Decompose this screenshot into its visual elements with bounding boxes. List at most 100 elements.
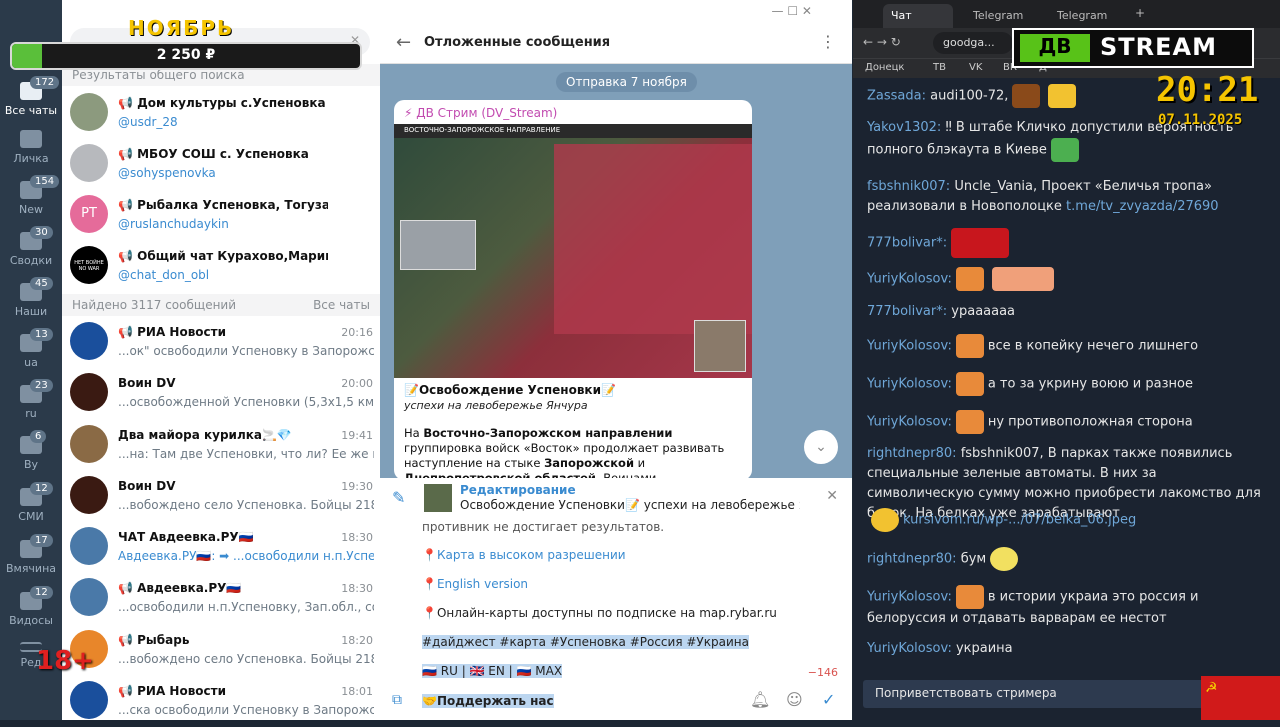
nav-arrows-icon[interactable]: ← → ↻ bbox=[863, 35, 901, 49]
pencil-icon: ✎ bbox=[392, 488, 406, 507]
folder-videos[interactable]: 12 Видосы bbox=[0, 586, 62, 627]
ussr-flag-icon bbox=[951, 228, 1010, 258]
greet-streamer-button[interactable]: Поприветствовать стримера bbox=[863, 680, 1243, 708]
link-english[interactable]: 📍English version bbox=[422, 577, 528, 591]
eyes-emote-icon bbox=[990, 547, 1019, 571]
table-row[interactable]: 📢 РИА Новости 18:01 ...ска освободили Успе… bbox=[62, 676, 380, 727]
chat-line: rightdnepr80: бум bbox=[867, 547, 1267, 571]
list-item[interactable]: PT 📢 Рыбалка Успеновка, Тогузак. @ruslanch… bbox=[62, 190, 380, 241]
chat-line: YuriyKolosov: а то за укрину воюю и разно… bbox=[867, 372, 1267, 396]
tab-telegram[interactable]: Telegram bbox=[965, 4, 1041, 28]
map-image[interactable]: ВОСТОЧНО-ЗАПОРОЖСКОЕ НАПРАВЛЕНИЕ bbox=[394, 124, 752, 378]
folder-icon bbox=[20, 130, 42, 148]
emote-icon bbox=[1048, 84, 1077, 108]
tab-bar: Чат Telegram Telegram + bbox=[853, 0, 1280, 28]
avatar bbox=[70, 578, 108, 616]
chat-header: ← Отложенные сообщения ⋮ — ☐ ✕ bbox=[380, 0, 852, 64]
fry-emote-icon bbox=[955, 267, 984, 291]
chat-line: YuriyKolosov: в истории украиа это россия… bbox=[867, 585, 1267, 629]
chat-pane: ← Отложенные сообщения ⋮ — ☐ ✕ Отправка … bbox=[380, 0, 852, 720]
link-hires-map[interactable]: 📍Карта в высоком разрешении bbox=[422, 548, 626, 562]
stream-clock: 20:21 bbox=[1156, 70, 1259, 110]
fry-emote-icon bbox=[955, 334, 984, 358]
post-body: На Восточно-Запорожском направлении груп… bbox=[404, 426, 725, 480]
avatar bbox=[70, 425, 108, 463]
check-icon[interactable]: ✓ bbox=[822, 690, 835, 709]
more-icon[interactable]: ⋮ bbox=[820, 32, 836, 51]
folder-ua[interactable]: 13 ua bbox=[0, 328, 62, 369]
list-item[interactable]: НЕТ ВОЙНЕ NO WAR 📢 Общий чат Курахово,Мар… bbox=[62, 241, 380, 292]
avatar bbox=[70, 144, 108, 182]
section-found-messages: Найдено 3117 сообщений Все чаты bbox=[62, 294, 380, 316]
table-row[interactable]: ЧАТ Авдеевка.РУ🇷🇺 18:30 Авдеевка.РУ🇷🇺: ➡ .… bbox=[62, 522, 380, 573]
back-arrow-icon[interactable]: ← bbox=[396, 32, 411, 53]
bell-icon[interactable]: 🔔︎ bbox=[750, 690, 770, 709]
folder-ru[interactable]: 23 ru bbox=[0, 379, 62, 420]
new-tab-icon[interactable]: + bbox=[1135, 6, 1145, 20]
table-row[interactable]: 📢 Авдеевка.РУ🇷🇺 18:30 ...освободили н.п.Ус… bbox=[62, 573, 380, 624]
chat-line: kursivom.ru/wp-.../07/belka_06.jpeg bbox=[867, 508, 1267, 532]
laugh-emote-icon bbox=[871, 508, 899, 532]
folder-sidebar: 172 Все чаты Личка 154 New 30 Сводки 45 Наши… bbox=[0, 0, 62, 720]
fry-emote-icon bbox=[955, 372, 984, 396]
chat-title: Отложенные сообщения bbox=[424, 35, 611, 50]
table-row[interactable]: Воин DV 20:00 ...освобожденной Успеновки (… bbox=[62, 368, 380, 419]
folder-smi[interactable]: 12 СМИ bbox=[0, 482, 62, 523]
scroll-down-button[interactable]: ⌄ bbox=[804, 430, 838, 464]
stream-logo: ДВ STREAM bbox=[1012, 28, 1254, 68]
avatar: НЕТ ВОЙНЕ NO WAR bbox=[70, 246, 108, 284]
list-item[interactable]: 📢 Дом культуры с.Успеновка @usdr_28 bbox=[62, 88, 380, 139]
folder-by[interactable]: 6 By bbox=[0, 430, 62, 471]
fry-emote-icon bbox=[955, 410, 984, 434]
folder-vmyachina[interactable]: 17 Вмячина bbox=[0, 534, 62, 575]
avatar: PT bbox=[70, 195, 108, 233]
fry-emote-icon bbox=[955, 585, 984, 609]
donation-goal-widget: НОЯБРЬ 2 250 ₽ bbox=[10, 16, 362, 72]
avatar bbox=[70, 322, 108, 360]
chat-line: 777bolivar*: ураааааа bbox=[867, 304, 1016, 319]
edit-composer: ✎ Редактирование Освобождение Успеновки📝… bbox=[380, 478, 852, 720]
ussr-flag-icon: ☭ bbox=[1201, 676, 1280, 720]
stream-date: 07.11.2025 bbox=[1158, 112, 1243, 128]
map-inset-photo bbox=[694, 320, 746, 372]
all-chats-filter[interactable]: Все чаты bbox=[313, 298, 370, 312]
folder-new[interactable]: 154 New bbox=[0, 175, 62, 216]
avatar bbox=[70, 527, 108, 565]
chat-line: YuriyKolosov: bbox=[867, 267, 1267, 291]
folder-all-chats[interactable]: 172 Все чаты bbox=[0, 76, 62, 117]
window-controls[interactable]: — ☐ ✕ bbox=[772, 4, 812, 18]
chat-line: fsbshnik007: Uncle_Vania, Проект «Беличь… bbox=[867, 179, 1219, 214]
avatar bbox=[70, 476, 108, 514]
folder-lichka[interactable]: Личка bbox=[0, 130, 62, 165]
map-inset-photo bbox=[400, 220, 476, 270]
format-icon[interactable]: ⧉ bbox=[392, 692, 402, 708]
avatar bbox=[70, 373, 108, 411]
table-row[interactable]: Воин DV 19:30 ...вобождено село Успеновка.… bbox=[62, 471, 380, 522]
edit-thumbnail bbox=[424, 484, 452, 512]
table-row[interactable]: 📢 РИА Новости 20:16 ...ок" освободили Успе… bbox=[62, 317, 380, 368]
chat-line: YuriyKolosov: украина bbox=[867, 641, 1013, 656]
char-counter: −146 bbox=[807, 666, 838, 679]
scheduled-message[interactable]: ⚡ ДВ Стрим (DV_Stream) ВОСТОЧНО-ЗАПОРОЖС… bbox=[394, 100, 752, 480]
fistbump-emote-icon bbox=[991, 267, 1054, 291]
chat-line: YuriyKolosov: ну противоположная сторона bbox=[867, 410, 1267, 434]
emote-icon bbox=[1012, 84, 1041, 108]
folder-nashi[interactable]: 45 Наши bbox=[0, 277, 62, 318]
message-author: ⚡ ДВ Стрим (DV_Stream) bbox=[404, 106, 558, 120]
avatar bbox=[70, 93, 108, 131]
table-row[interactable]: Два майора курилка🚬💎 19:41 ...на: Там две … bbox=[62, 420, 380, 471]
pepe-emote-icon bbox=[1050, 138, 1079, 162]
avatar bbox=[70, 681, 108, 719]
date-chip: Отправка 7 ноября bbox=[556, 72, 697, 92]
chat-line: YuriyKolosov: все в копейку нечего лишнег… bbox=[867, 334, 1267, 358]
list-item[interactable]: 📢 МБОУ СОШ с. Успеновка @sohyspenovka bbox=[62, 139, 380, 190]
chat-line: 777bolivar*: bbox=[867, 228, 1267, 258]
emoji-icon[interactable]: ☺ bbox=[786, 690, 803, 709]
table-row[interactable]: 📢 Рыбарь 18:20 ...вобождено село Успеновка… bbox=[62, 625, 380, 676]
tab-chat[interactable]: Чат bbox=[883, 4, 953, 28]
folder-svodki[interactable]: 30 Сводки bbox=[0, 226, 62, 267]
age-rating-badge: 18+ bbox=[36, 646, 94, 676]
goal-progress-bar: 2 250 ₽ bbox=[10, 42, 362, 70]
close-icon[interactable]: ✕ bbox=[826, 488, 838, 504]
tab-telegram-2[interactable]: Telegram bbox=[1049, 4, 1125, 28]
